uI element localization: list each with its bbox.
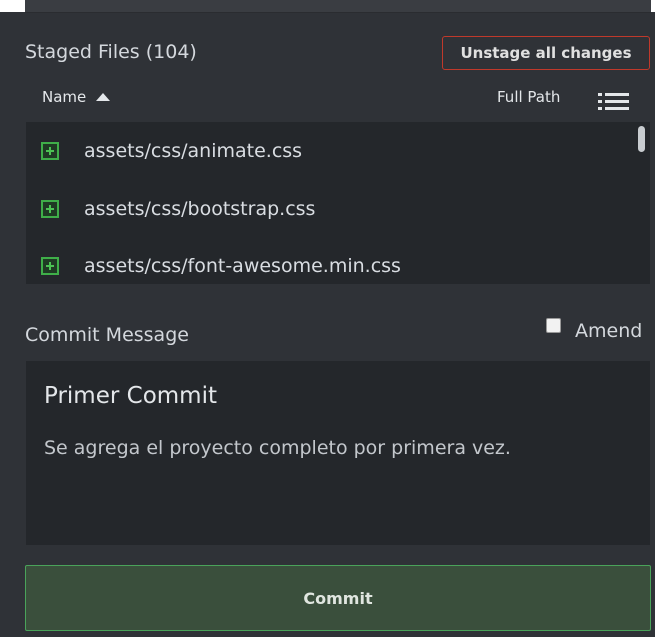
file-name: assets/css/font-awesome.min.css bbox=[84, 255, 401, 277]
list-view-icon[interactable] bbox=[598, 93, 629, 110]
amend-label: Amend bbox=[575, 320, 643, 342]
file-added-icon bbox=[41, 142, 59, 160]
file-added-icon bbox=[41, 200, 59, 218]
commit-button[interactable]: Commit bbox=[25, 565, 651, 631]
file-name: assets/css/bootstrap.css bbox=[84, 198, 316, 220]
sort-ascending-icon bbox=[96, 93, 111, 101]
amend-checkbox-box[interactable] bbox=[546, 317, 561, 333]
top-panel-edge-inner bbox=[25, 0, 651, 13]
unstage-all-button[interactable]: Unstage all changes bbox=[442, 36, 650, 70]
commit-description[interactable]: Se agrega el proyecto completo por prime… bbox=[44, 437, 511, 459]
staged-file-list[interactable]: assets/css/animate.css assets/css/bootst… bbox=[26, 122, 650, 284]
scrollbar-thumb[interactable] bbox=[638, 126, 645, 152]
top-panel-edge bbox=[0, 0, 655, 13]
commit-summary[interactable]: Primer Commit bbox=[44, 383, 217, 409]
column-header-name[interactable]: Name bbox=[42, 88, 111, 106]
column-header-name-label: Name bbox=[42, 88, 87, 106]
file-name: assets/css/animate.css bbox=[84, 140, 303, 162]
staged-files-title: Staged Files (104) bbox=[25, 41, 197, 63]
list-item[interactable]: assets/css/bootstrap.css bbox=[26, 189, 636, 229]
commit-message-title: Commit Message bbox=[25, 324, 189, 346]
commit-message-input[interactable]: Primer Commit Se agrega el proyecto comp… bbox=[26, 361, 650, 545]
list-item[interactable]: assets/css/font-awesome.min.css bbox=[26, 246, 636, 284]
file-added-icon bbox=[41, 257, 59, 275]
list-item[interactable]: assets/css/animate.css bbox=[26, 131, 636, 171]
amend-checkbox[interactable]: Amend bbox=[546, 317, 643, 342]
column-header-full-path[interactable]: Full Path bbox=[497, 88, 560, 106]
